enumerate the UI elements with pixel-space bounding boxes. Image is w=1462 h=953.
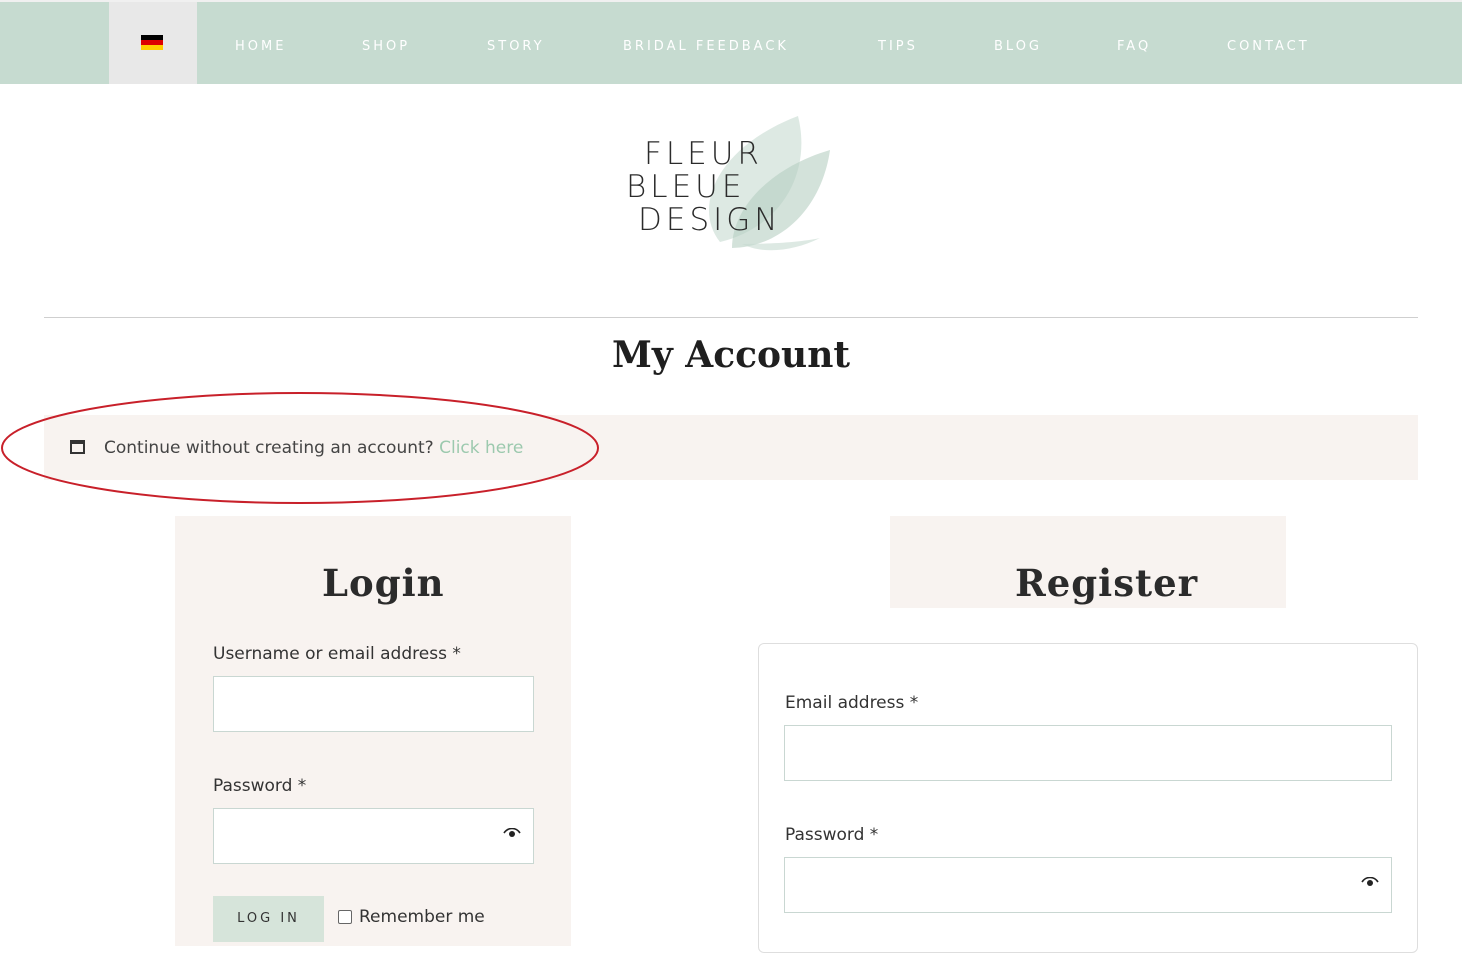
show-password-eye-icon[interactable] [503, 828, 521, 838]
login-title: Login [322, 561, 445, 605]
register-email-input[interactable] [784, 725, 1392, 781]
register-email-label: Email address * [785, 693, 919, 713]
nav-bridal-feedback[interactable]: BRIDAL FEEDBACK [623, 39, 789, 54]
username-input[interactable] [213, 676, 534, 732]
password-label: Password * [213, 776, 307, 796]
germany-flag-icon [141, 35, 163, 50]
nav-shop[interactable]: SHOP [362, 39, 410, 54]
page-title: My Account [611, 334, 851, 376]
remember-me-option[interactable]: Remember me [338, 907, 485, 927]
nav-blog[interactable]: BLOG [994, 39, 1042, 54]
remember-me-checkbox[interactable] [338, 910, 352, 924]
top-navigation: HOME SHOP STORY BRIDAL FEEDBACK TIPS BLO… [0, 0, 1462, 84]
register-title: Register [1015, 561, 1199, 605]
nav-home[interactable]: HOME [235, 39, 286, 54]
red-highlight-ellipse [1, 392, 599, 504]
remember-me-label: Remember me [359, 907, 485, 927]
nav-tips[interactable]: TIPS [878, 39, 918, 54]
site-logo[interactable]: FLEUR BLEUE DESIGN [622, 112, 842, 257]
logo-text-fleur: FLEUR [644, 136, 763, 172]
nav-contact[interactable]: CONTACT [1227, 39, 1310, 54]
logo-text-bleue: BLEUE [626, 169, 746, 205]
nav-faq[interactable]: FAQ [1117, 39, 1151, 54]
register-password-label: Password * [785, 825, 879, 845]
language-switcher[interactable] [109, 2, 197, 84]
header-divider [44, 317, 1418, 318]
nav-story[interactable]: STORY [487, 39, 545, 54]
logo-text-design: DESIGN [638, 202, 782, 238]
password-input[interactable] [213, 808, 534, 864]
register-password-input[interactable] [784, 857, 1392, 913]
username-label: Username or email address * [213, 644, 461, 664]
register-show-password-eye-icon[interactable] [1361, 877, 1379, 887]
log-in-button[interactable]: LOG IN [213, 896, 324, 942]
